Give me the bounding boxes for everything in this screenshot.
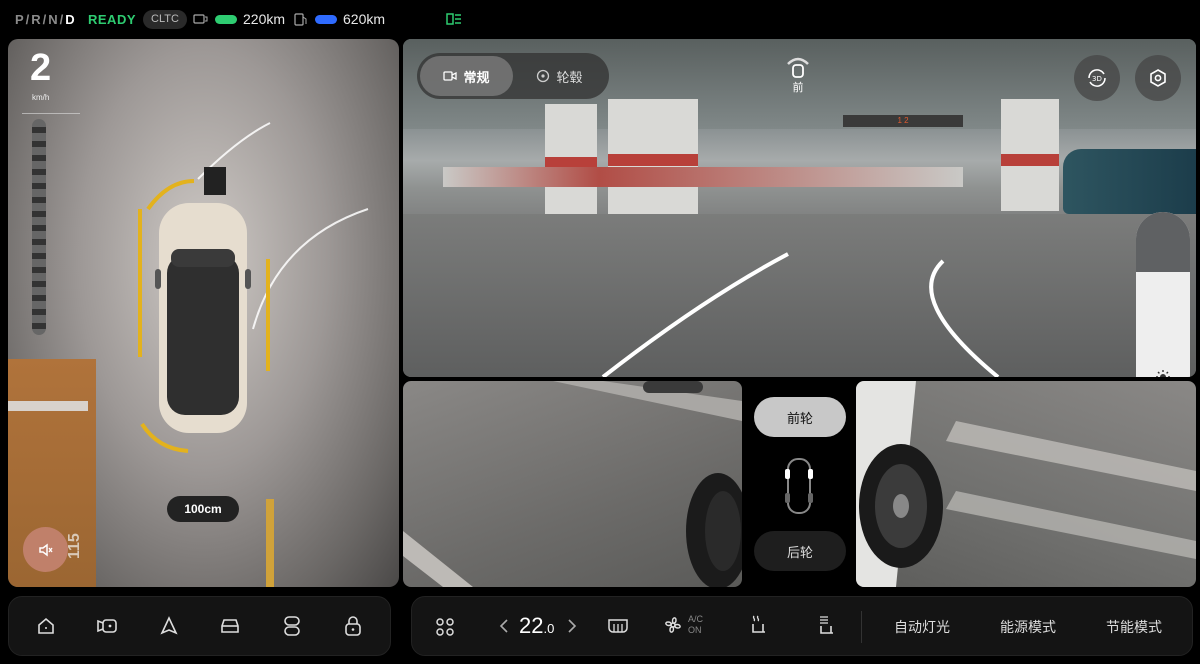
camera-icon [443,71,458,81]
temperature-dec: .0 [543,621,555,636]
fuel-level-bar [315,14,337,24]
fuel-icon [294,13,307,26]
gear-active: D [65,12,77,27]
chevron-right-icon [568,619,577,633]
tab-wheel[interactable]: 轮毂 [513,56,606,96]
ac-status: A/C ON [688,614,703,636]
temperature-display: 22.0 [519,613,554,639]
left-wheel-scene [403,381,742,587]
direction-label: 前 [792,82,804,94]
camera-button[interactable] [92,611,122,641]
seat-vent-icon [820,616,833,634]
cltc-badge: CLTC [143,10,187,29]
tab-normal-label: 常规 [463,69,490,85]
electric-range: 220km [193,11,285,27]
slider-unfilled [1136,212,1190,272]
distance-badge: 100cm [167,496,239,522]
electric-range-value: 220km [243,11,286,27]
tab-normal[interactable]: 常规 [420,56,513,96]
fuel-range-value: 620km [343,11,386,27]
navigation-button[interactable] [154,611,184,641]
auto-light-button[interactable]: 自动灯光 [894,617,950,637]
rear-defrost-button[interactable] [606,615,630,642]
svg-text:3D: 3D [1092,75,1102,83]
navigation-icon [160,616,178,635]
energy-mode-button[interactable]: 能源模式 [1000,617,1056,637]
gear-dim: P/R/N/ [15,12,66,27]
headlight-icon [446,13,461,25]
electric-level-bar [215,14,237,24]
car-outline-icon [785,458,813,514]
apps-icon [436,618,454,636]
car-top-view [155,203,251,433]
seat-heat-button[interactable] [748,614,770,643]
divider [861,611,862,643]
home-button[interactable] [31,611,61,641]
brightness-icon [1156,370,1170,377]
home-icon [37,617,54,634]
wheel-icon [537,69,550,83]
right-wheel-scene [856,381,1196,587]
ac-button[interactable]: A/C ON [662,614,703,636]
3d-view-button[interactable]: 3D [1074,55,1120,101]
fan-icon [665,617,681,633]
mute-button[interactable] [23,527,68,572]
car-icon [221,619,240,633]
quick-dock [8,596,391,656]
front-sensor-icon [787,57,809,78]
lock-button[interactable] [338,611,368,641]
temperature-int: 22 [519,613,544,638]
brightness-slider[interactable] [1136,212,1190,377]
ac-label: A/C [688,614,704,624]
ac-state: ON [688,625,702,635]
temp-down-button[interactable] [498,617,510,640]
settings-icon [1150,69,1166,87]
temp-up-button[interactable] [566,617,578,640]
left-wheel-camera[interactable] [403,381,742,587]
settings-button[interactable] [1135,55,1181,101]
surround-view-panel[interactable]: 115 2 km/h 100cm [8,39,399,587]
status-bar: P/R/N/D READY CLTC 220km 620km [0,0,1200,38]
car-button[interactable] [215,611,245,641]
seat-control-icon [283,616,300,636]
camera-icon [97,619,118,633]
rear-defrost-icon [608,619,628,633]
wheel-selector-panel: 前轮 后轮 [742,381,856,587]
climate-dock: 22.0 A/C ON 自动灯光 能源模式 节能模式 [411,596,1193,656]
seat-vent-button[interactable] [816,614,838,643]
rear-wheel-button[interactable]: 后轮 [754,531,846,571]
mute-icon [38,543,53,556]
seat-control-button[interactable] [277,611,307,641]
ready-indicator: READY [88,12,137,27]
fuel-range: 620km [293,11,385,27]
lock-icon [345,616,362,636]
view-mode-tabs: 常规 轮毂 [417,53,609,99]
apps-button[interactable] [434,616,456,643]
gear-indicator: P/R/N/D [15,12,77,27]
3d-view-icon: 3D [1088,69,1106,87]
chevron-left-icon [499,619,508,633]
front-camera-view[interactable]: 1 2 常规 轮毂 前 3D [403,39,1196,377]
front-wheel-button[interactable]: 前轮 [754,397,846,437]
battery-plug-icon [193,14,208,24]
right-wheel-camera[interactable] [856,381,1196,587]
eco-mode-button[interactable]: 节能模式 [1106,617,1162,637]
seat-heat-icon [752,615,765,633]
tab-wheel-label: 轮毂 [556,69,583,85]
direction-indicator: 前 [785,55,811,95]
